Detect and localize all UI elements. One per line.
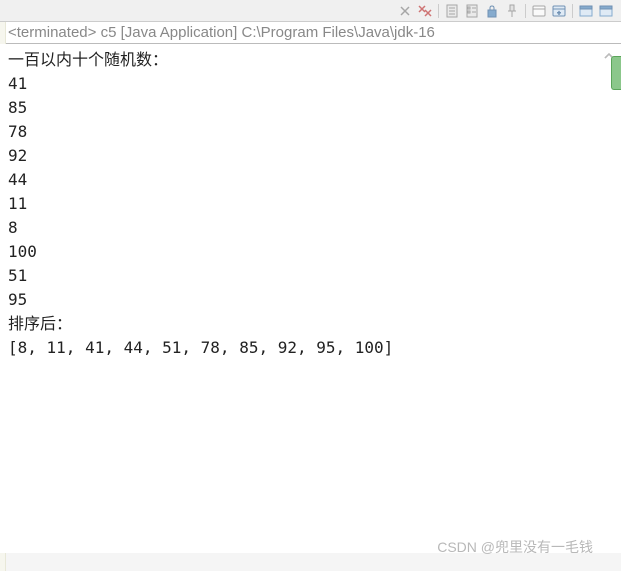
- sorted-label: 排序后：: [8, 312, 613, 336]
- output-number: 41: [8, 72, 613, 96]
- display-console-icon[interactable]: [530, 2, 548, 20]
- output-title: 一百以内十个随机数：: [8, 48, 613, 72]
- app-type: [Java Application]: [121, 24, 238, 41]
- minimize-icon[interactable]: [577, 2, 595, 20]
- console-output[interactable]: 一百以内十个随机数： 41 85 78 92 44 11 8 100 51 95…: [0, 44, 621, 553]
- checklist-icon[interactable]: [463, 2, 481, 20]
- output-number: 78: [8, 120, 613, 144]
- watermark-prefix: CSDN: [437, 539, 477, 555]
- console-toolbar: +: [0, 0, 621, 22]
- toolbar-separator: [572, 4, 573, 18]
- terminated-status: <terminated>: [8, 24, 96, 41]
- watermark: CSDN @兜里没有一毛钱: [437, 537, 593, 557]
- toolbar-separator: [525, 4, 526, 18]
- open-console-icon[interactable]: +: [550, 2, 568, 20]
- scroll-lock-icon[interactable]: [483, 2, 501, 20]
- output-number: 100: [8, 240, 613, 264]
- jdk-path: C:\Program Files\Java\jdk-16: [242, 24, 435, 41]
- remove-launch-icon[interactable]: [396, 2, 414, 20]
- output-number: 51: [8, 264, 613, 288]
- remove-all-icon[interactable]: [416, 2, 434, 20]
- console-header: <terminated> c5 [Java Application] C:\Pr…: [0, 22, 621, 44]
- toolbar-separator: [438, 4, 439, 18]
- svg-text:+: +: [557, 11, 561, 17]
- maximize-icon[interactable]: [597, 2, 615, 20]
- output-number: 85: [8, 96, 613, 120]
- clear-console-icon[interactable]: [443, 2, 461, 20]
- output-number: 44: [8, 168, 613, 192]
- pin-console-icon[interactable]: [503, 2, 521, 20]
- right-edge-badge: [611, 56, 621, 90]
- output-number: 92: [8, 144, 613, 168]
- app-name: c5: [101, 24, 117, 41]
- watermark-author: @兜里没有一毛钱: [481, 539, 593, 555]
- output-number: 8: [8, 216, 613, 240]
- output-number: 11: [8, 192, 613, 216]
- sorted-array: [8, 11, 41, 44, 51, 78, 85, 92, 95, 100]: [8, 336, 613, 360]
- output-number: 95: [8, 288, 613, 312]
